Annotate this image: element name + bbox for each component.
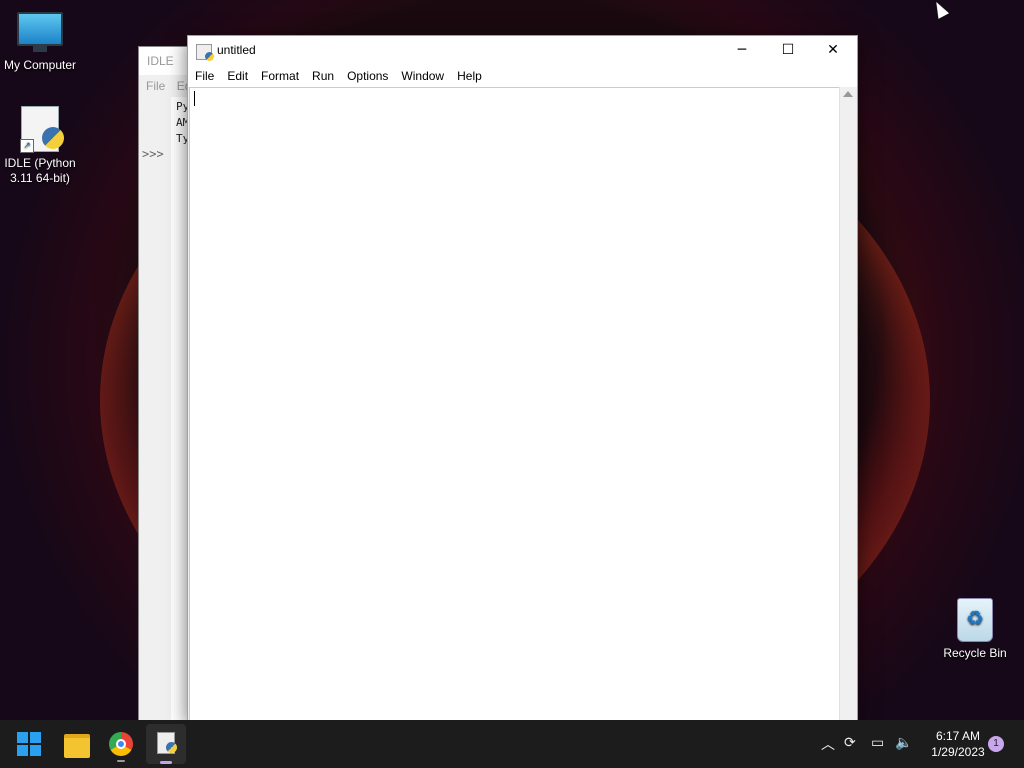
maximize-button[interactable]: ☐ [765,36,811,65]
desktop-icon-recycle-bin[interactable]: ♻ Recycle Bin [935,598,1015,661]
desktop-icon-label: My Computer [3,58,77,72]
update-icon[interactable]: ⟳ [844,734,856,751]
minimize-button[interactable]: ─ [719,36,765,65]
menu-file[interactable]: File [189,65,220,87]
clock-time: 6:17 AM [935,729,981,743]
editor-titlebar[interactable]: untitled ─ ☐ ✕ [188,36,857,65]
clock[interactable]: 6:17 AM 1/29/2023 [918,728,998,760]
chrome-icon[interactable] [109,732,133,756]
network-icon[interactable]: ▭ [871,734,884,751]
desktop-icon-idle[interactable]: ↗ IDLE (Python 3.11 64-bit) [0,106,80,186]
vertical-scrollbar[interactable] [839,87,856,721]
desktop-icon-label: IDLE (Python 3.11 64-bit) [4,156,76,185]
python-shortcut-icon: ↗ [20,106,64,153]
menu-help[interactable]: Help [451,65,488,87]
menu-run[interactable]: Run [306,65,340,87]
editor-menubar: File Edit Format Run Options Window Help [188,65,857,87]
shell-gutter [139,97,171,721]
menu-options[interactable]: Options [341,65,394,87]
text-caret [194,91,195,106]
shell-prompt: >>> [142,147,164,161]
window-title: untitled [217,43,256,57]
clock-date: 1/29/2023 [931,745,985,759]
menu-format[interactable]: Format [255,65,305,87]
idle-icon[interactable] [146,724,186,764]
start-icon[interactable] [17,732,41,756]
close-button[interactable]: ✕ [810,36,856,65]
mouse-cursor-icon [930,0,950,19]
notification-badge[interactable]: 1 [988,736,1004,752]
volume-icon[interactable]: 🔈 [895,734,912,751]
menu-edit[interactable]: Edit [221,65,254,87]
menu-window[interactable]: Window [395,65,450,87]
python-file-icon [196,44,214,61]
scroll-up-icon[interactable] [843,91,853,97]
chevron-up-icon[interactable]: ︿ [821,734,835,754]
editor-window[interactable]: untitled ─ ☐ ✕ File Edit Format Run Options W… [187,35,858,722]
editor-text-area[interactable] [189,87,840,722]
running-indicator [117,760,125,762]
recycle-bin-icon: ♻ [957,598,993,642]
taskbar: ︿ ⟳ ▭ 🔈 6:17 AM 1/29/2023 1 [0,720,1024,768]
desktop-icon-label: Recycle Bin [943,646,1007,660]
shell-menu-file[interactable]: File [146,79,165,93]
monitor-icon [17,12,63,52]
desktop-icon-my-computer[interactable]: My Computer [0,12,80,73]
file-explorer-icon[interactable] [64,734,90,758]
